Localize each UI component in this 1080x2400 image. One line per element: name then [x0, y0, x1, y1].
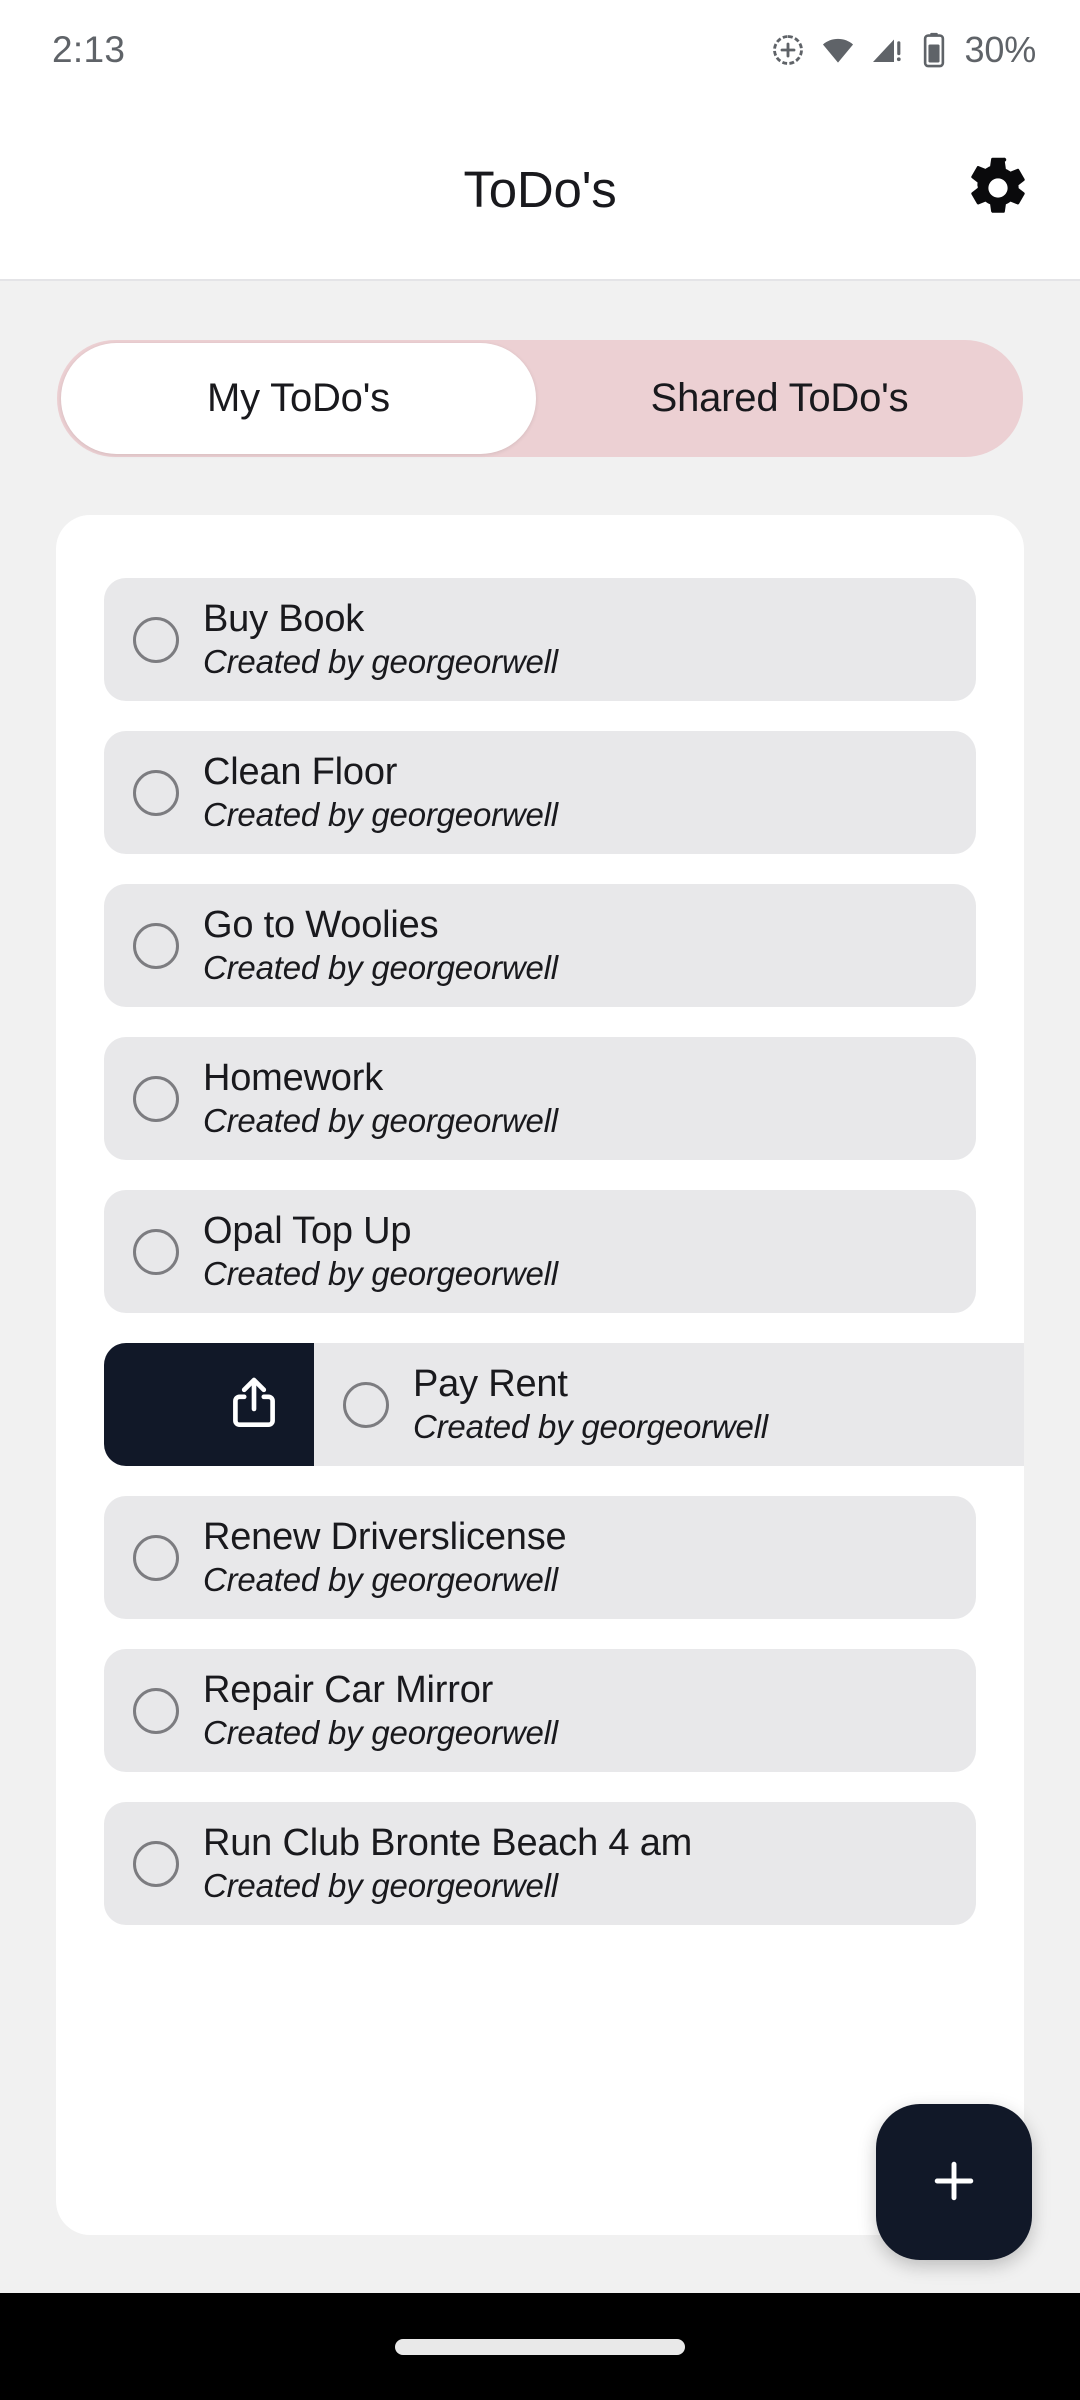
todo-subtitle: Created by georgeorwell: [203, 1254, 558, 1292]
tab-my-todos[interactable]: My ToDo's: [61, 343, 536, 454]
todo-checkbox[interactable]: [133, 1228, 179, 1275]
system-navigation-bar: [0, 2293, 1080, 2400]
list-item[interactable]: Repair Car Mirror Created by georgeorwel…: [104, 1649, 976, 1772]
todo-title: Clean Floor: [203, 751, 398, 794]
todo-title: Go to Woolies: [203, 904, 439, 947]
share-icon: [223, 1372, 285, 1437]
todo-subtitle: Created by georgeorwell: [413, 1407, 768, 1445]
todo-subtitle: Created by georgeorwell: [203, 795, 558, 833]
todo-list: Buy Book Created by georgeorwell Clean F…: [56, 515, 1024, 1925]
plus-icon: [923, 2150, 985, 2215]
todo-title: Pay Rent: [413, 1363, 568, 1406]
todo-checkbox[interactable]: [343, 1381, 389, 1428]
cellular-signal-warning-icon: [870, 32, 906, 68]
status-clock: 2:13: [52, 29, 126, 70]
todo-checkbox[interactable]: [133, 1840, 179, 1887]
status-bar: 2:13 30%: [0, 0, 1080, 100]
home-indicator[interactable]: [395, 2338, 685, 2355]
todo-title: Renew Driverslicense: [203, 1516, 567, 1559]
todo-title: Homework: [203, 1057, 383, 1100]
list-item[interactable]: Buy Book Created by georgeorwell: [104, 578, 976, 701]
todo-checkbox[interactable]: [133, 769, 179, 816]
list-item[interactable]: Run Club Bronte Beach 4 am Created by ge…: [104, 1802, 976, 1925]
list-item[interactable]: Opal Top Up Created by georgeorwell: [104, 1190, 976, 1313]
todo-checkbox[interactable]: [133, 616, 179, 663]
todo-texts: Opal Top Up Created by georgeorwell: [203, 1210, 558, 1293]
todo-texts: Homework Created by georgeorwell: [203, 1057, 558, 1140]
gear-icon: [965, 155, 1031, 224]
location-add-icon: [770, 32, 806, 68]
battery-icon: [919, 32, 949, 68]
todo-subtitle: Created by georgeorwell: [203, 1560, 558, 1598]
todo-checkbox[interactable]: [133, 1534, 179, 1581]
phone-screen: 2:13 30% ToDo's My ToDo's Shared ToDo's …: [0, 0, 1080, 2400]
todo-title: Run Club Bronte Beach 4 am: [203, 1822, 693, 1865]
todo-subtitle: Created by georgeorwell: [203, 642, 558, 680]
todo-texts: Clean Floor Created by georgeorwell: [203, 751, 558, 834]
settings-button[interactable]: [956, 148, 1040, 232]
todo-title: Opal Top Up: [203, 1210, 412, 1253]
app-bar: ToDo's: [0, 100, 1080, 281]
todo-texts: Renew Driverslicense Created by georgeor…: [203, 1516, 567, 1599]
todo-subtitle: Created by georgeorwell: [203, 1866, 558, 1904]
todo-list-card: Buy Book Created by georgeorwell Clean F…: [56, 515, 1024, 2235]
todo-checkbox[interactable]: [133, 1075, 179, 1122]
add-todo-fab[interactable]: [876, 2104, 1032, 2260]
list-item[interactable]: Clean Floor Created by georgeorwell: [104, 731, 976, 854]
todo-texts: Repair Car Mirror Created by georgeorwel…: [203, 1669, 558, 1752]
todo-checkbox[interactable]: [133, 922, 179, 969]
todo-texts: Run Club Bronte Beach 4 am Created by ge…: [203, 1822, 692, 1905]
todo-title: Buy Book: [203, 598, 365, 641]
todo-subtitle: Created by georgeorwell: [203, 1713, 558, 1751]
page-title: ToDo's: [463, 161, 617, 218]
tab-switch: My ToDo's Shared ToDo's: [57, 340, 1023, 457]
todo-subtitle: Created by georgeorwell: [203, 948, 558, 986]
todo-texts: Pay Rent Created by georgeorwell: [413, 1363, 768, 1446]
wifi-icon: [819, 31, 857, 69]
status-icons: 30%: [770, 29, 1036, 71]
todo-texts: Buy Book Created by georgeorwell: [203, 598, 558, 681]
battery-percent-label: 30%: [964, 29, 1037, 70]
list-item[interactable]: Go to Woolies Created by georgeorwell: [104, 884, 976, 1007]
todo-checkbox[interactable]: [133, 1687, 179, 1734]
swiped-row-content[interactable]: Pay Rent Created by georgeorwell: [314, 1343, 1024, 1466]
todo-subtitle: Created by georgeorwell: [203, 1101, 558, 1139]
list-item-swiped[interactable]: Pay Rent Created by georgeorwell: [104, 1343, 1024, 1466]
list-item[interactable]: Renew Driverslicense Created by georgeor…: [104, 1496, 976, 1619]
todo-title: Repair Car Mirror: [203, 1669, 494, 1712]
tab-shared-todos[interactable]: Shared ToDo's: [536, 340, 1023, 457]
list-item[interactable]: Homework Created by georgeorwell: [104, 1037, 976, 1160]
todo-texts: Go to Woolies Created by georgeorwell: [203, 904, 558, 987]
